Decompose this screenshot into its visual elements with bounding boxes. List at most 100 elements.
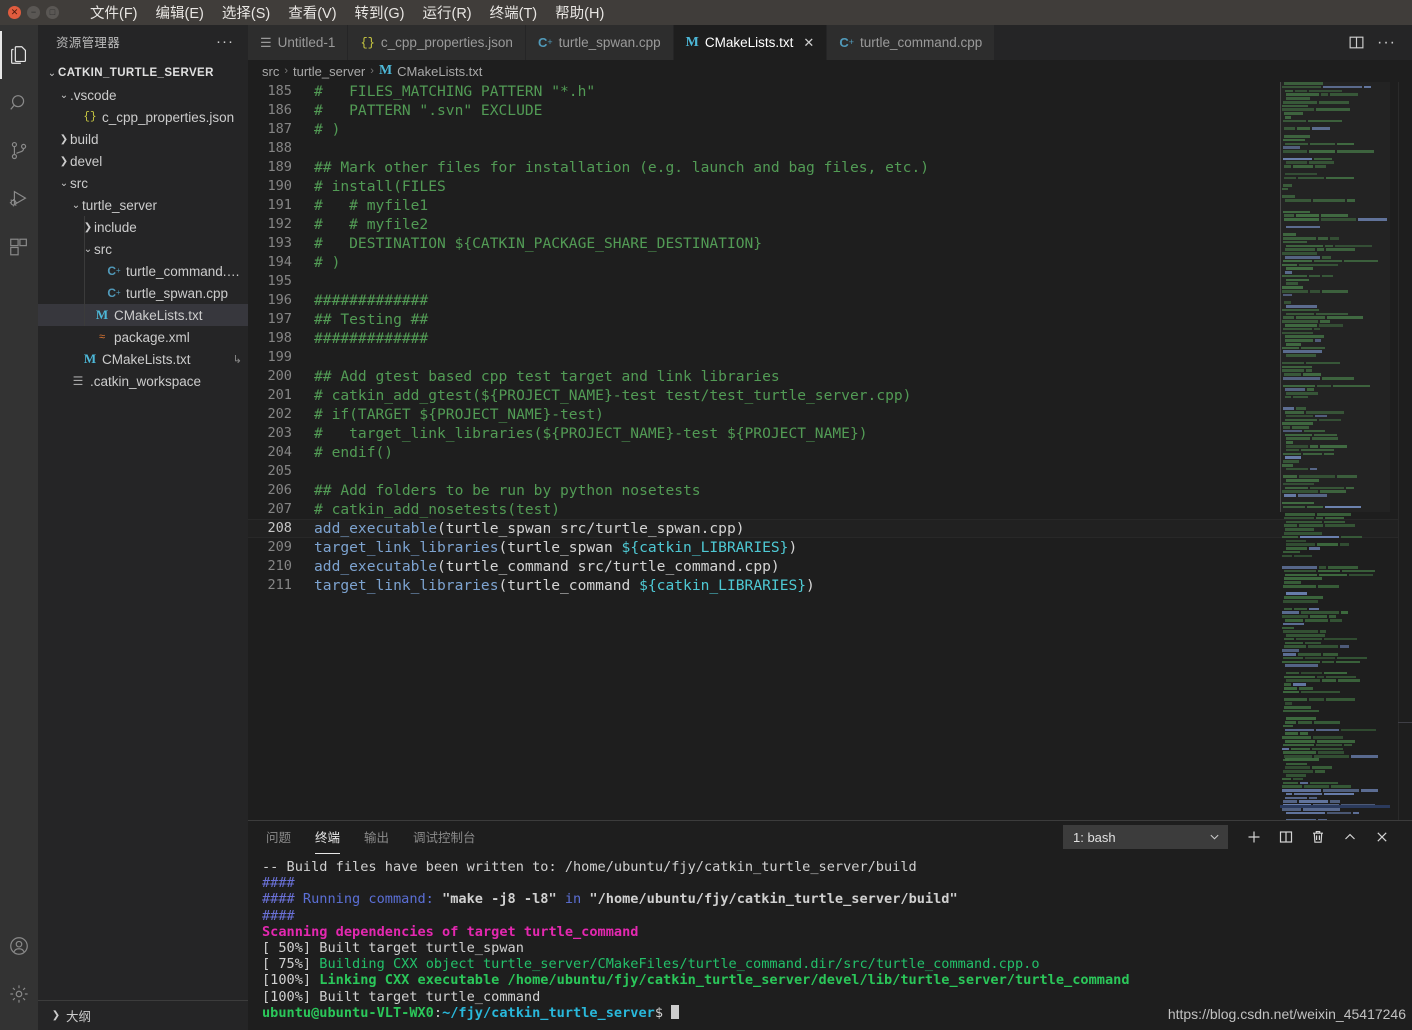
panel-tab-problems[interactable]: 问题 [266, 821, 291, 854]
window-close-button[interactable]: ✕ [8, 6, 21, 19]
tree-item-src[interactable]: ⌄ src [38, 238, 248, 260]
menu-go[interactable]: 转到(G) [346, 0, 414, 25]
minimap-line [1280, 618, 1390, 622]
tab-close-icon[interactable]: ✕ [803, 35, 814, 51]
code-line: 185 # FILES_MATCHING PATTERN "*.h" [248, 82, 1412, 101]
json-file-icon: {} [83, 111, 97, 123]
more-actions-icon[interactable]: ··· [1377, 34, 1396, 50]
panel-tab-output[interactable]: 输出 [364, 821, 389, 854]
minimap-line [1280, 562, 1390, 565]
tree-item-turtle_spwan.cpp[interactable]: C+ turtle_spwan.cpp [38, 282, 248, 304]
menu-selection[interactable]: 选择(S) [213, 0, 279, 25]
menu-view[interactable]: 查看(V) [279, 0, 345, 25]
tree-item-build[interactable]: ❯ build [38, 128, 248, 150]
breadcrumb-item-turtle-server[interactable]: turtle_server [293, 64, 365, 79]
editor-tab-cmakelists.txt[interactable]: M CMakeLists.txt ✕ [673, 25, 828, 60]
terminal-select[interactable]: 1: bash [1063, 825, 1228, 849]
editor-tab-label: Untitled-1 [277, 35, 336, 50]
window-minimize-button[interactable]: − [27, 6, 40, 19]
tree-item-package.xml[interactable]: ≈ package.xml [38, 326, 248, 348]
minimap-line [1280, 721, 1390, 724]
tree-item-label: turtle_spwan.cpp [126, 285, 229, 301]
activity-extensions[interactable] [0, 223, 38, 271]
minimap-line [1280, 630, 1390, 633]
breadcrumb-item-file[interactable]: CMakeLists.txt [397, 64, 482, 79]
code-line: 207 # catkin_add_nosetests(test) [248, 500, 1412, 519]
activity-search[interactable] [0, 79, 38, 127]
minimap[interactable] [1280, 82, 1390, 839]
activity-accounts[interactable] [0, 922, 38, 970]
tree-item-c_cpp_properties.json[interactable]: {} c_cpp_properties.json [38, 106, 248, 128]
editor-tab-turtle_spwan.cpp[interactable]: C+ turtle_spwan.cpp [525, 25, 674, 60]
editor-tab-c_cpp_properties.json[interactable]: {} c_cpp_properties.json [348, 25, 526, 60]
line-number: 196 [267, 292, 292, 308]
outline-section[interactable]: ❯ 大纲 [38, 1000, 248, 1030]
minimap-line [1280, 785, 1390, 788]
new-terminal-button[interactable] [1238, 823, 1270, 851]
tree-indent-guide [84, 216, 85, 326]
editor-tab-turtle_command.cpp[interactable]: C+ turtle_command.cpp [827, 25, 996, 60]
extensions-icon [8, 236, 30, 258]
cpp-file-icon: C+ [107, 286, 121, 300]
line-number: 189 [267, 159, 292, 175]
minimap-line [1280, 796, 1390, 800]
file-tree: ⌄ CATKIN_TURTLE_SERVER ⌄ .vscode{} c_cpp_pro… [38, 58, 248, 392]
line-number: 203 [267, 425, 292, 441]
window-maximize-button[interactable]: □ [46, 6, 59, 19]
tree-item-include[interactable]: ❯ include [38, 216, 248, 238]
minimap-line [1280, 728, 1390, 732]
activity-explorer[interactable] [0, 31, 38, 79]
search-icon [8, 92, 30, 114]
split-editor-icon[interactable] [1348, 34, 1365, 51]
panel-tab-debug-console[interactable]: 调试控制台 [413, 821, 476, 854]
menu-edit[interactable]: 编辑(E) [147, 0, 213, 25]
sidebar-explorer: 资源管理器 ··· ⌄ CATKIN_TURTLE_SERVER ⌄ .vscode{… [38, 25, 248, 1030]
code-text: # DESTINATION ${CATKIN_PACKAGE_SHARE_DES… [314, 235, 763, 252]
tree-item-src[interactable]: ⌄ src [38, 172, 248, 194]
tree-item-cmakelists.txt[interactable]: M CMakeLists.txt ↳ [38, 348, 248, 370]
tree-item-devel[interactable]: ❯ devel [38, 150, 248, 172]
minimap-line [1280, 558, 1390, 561]
code-text: # FILES_MATCHING PATTERN "*.h" [314, 83, 596, 100]
activity-run-debug[interactable] [0, 175, 38, 223]
tree-item-turtle_server[interactable]: ⌄ turtle_server [38, 194, 248, 216]
breadcrumb-item-src[interactable]: src [262, 64, 279, 79]
close-panel-button[interactable] [1366, 823, 1398, 851]
line-number: 210 [267, 558, 292, 574]
menu-help[interactable]: 帮助(H) [546, 0, 613, 25]
line-number: 200 [267, 368, 292, 384]
minimap-line [1280, 577, 1390, 580]
editor-scrollbar[interactable] [1398, 82, 1412, 839]
split-terminal-button[interactable] [1270, 823, 1302, 851]
editor-tab-untitled1[interactable]: ☰ Untitled-1 [248, 25, 349, 60]
line-number: 193 [267, 235, 292, 251]
menu-run[interactable]: 运行(R) [413, 0, 480, 25]
tree-item-.catkin_workspace[interactable]: ☰ .catkin_workspace [38, 370, 248, 392]
menu-terminal[interactable]: 终端(T) [481, 0, 547, 25]
menu-file[interactable]: 文件(F) [81, 0, 147, 25]
kill-terminal-button[interactable] [1302, 823, 1334, 851]
maximize-panel-button[interactable] [1334, 823, 1366, 851]
activity-source-control[interactable] [0, 127, 38, 175]
minimap-line [1280, 615, 1390, 618]
chevron-right-icon: ❯ [51, 1010, 61, 1021]
tree-item-.vscode[interactable]: ⌄ .vscode [38, 84, 248, 106]
minimap-line [1280, 739, 1390, 761]
tree-item-label: src [70, 175, 88, 191]
activity-manage[interactable] [0, 970, 38, 1018]
panel-tab-terminal[interactable]: 终端 [315, 821, 341, 854]
code-text: # ) [314, 121, 341, 138]
minimap-slider[interactable] [1280, 82, 1390, 512]
minimap-line [1280, 698, 1390, 701]
terminal-output[interactable]: -- Build files have been written to: /ho… [248, 853, 1412, 1021]
code-line: 190 # install(FILES [248, 177, 1412, 196]
minimap-line [1280, 611, 1390, 614]
minimap-line [1280, 777, 1390, 781]
sidebar-more-actions-icon[interactable]: ··· [216, 34, 234, 49]
minimap-line [1280, 724, 1390, 728]
tree-item-catkin_turtle_server[interactable]: ⌄ CATKIN_TURTLE_SERVER [38, 62, 248, 84]
minimap-line [1280, 531, 1390, 535]
tree-item-turtle_command.cpp[interactable]: C+ turtle_command.cpp [38, 260, 248, 282]
tree-item-cmakelists.txt[interactable]: M CMakeLists.txt [38, 304, 248, 326]
code-editor[interactable]: 185 # FILES_MATCHING PATTERN "*.h" 186 # PA… [248, 82, 1412, 839]
